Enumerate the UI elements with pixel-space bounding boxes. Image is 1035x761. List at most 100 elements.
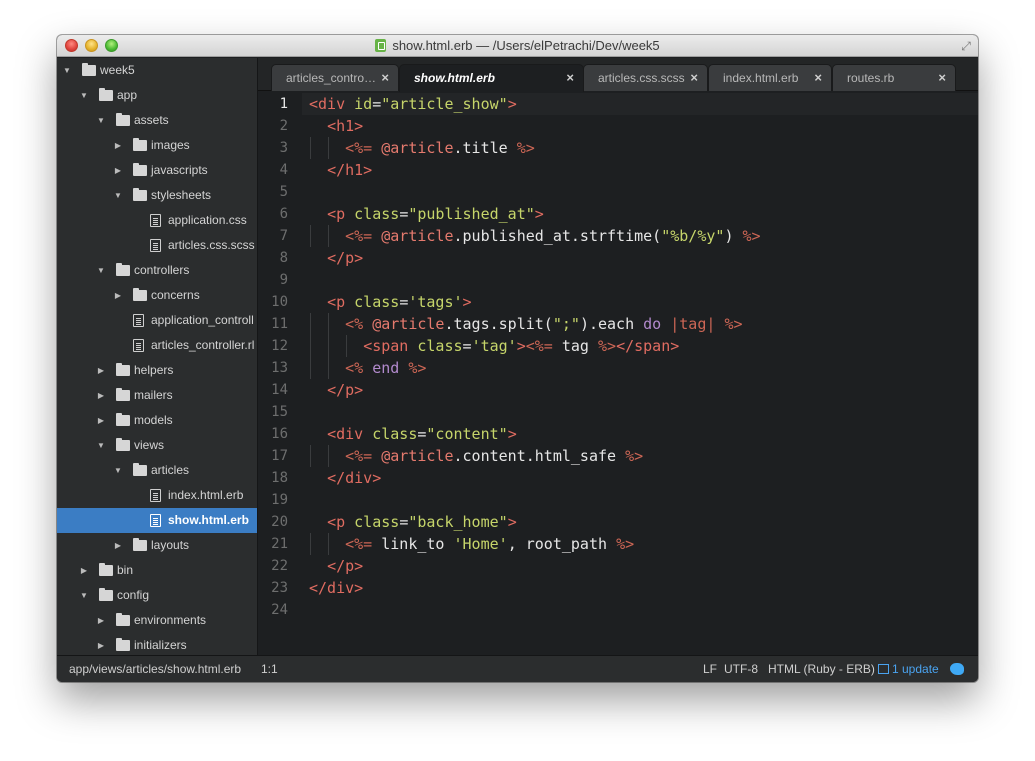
line-number: 18 (271, 470, 288, 486)
chevron-right-icon[interactable]: ▶ (113, 533, 123, 558)
code-line[interactable]: <p class="back_home"> (309, 511, 517, 533)
sidebar-folder[interactable]: ▶ mailers (57, 383, 257, 408)
chevron-down-icon[interactable]: ▼ (96, 108, 106, 133)
sidebar-folder[interactable]: ▼ config (57, 583, 257, 608)
chevron-down-icon[interactable]: ▼ (96, 433, 106, 458)
code-line[interactable]: <% end %> (309, 357, 426, 379)
code-line[interactable]: </h1> (309, 159, 372, 181)
close-tab-icon[interactable]: × (938, 65, 946, 91)
code-token: > (534, 205, 544, 223)
editor-tab[interactable]: articles.css.scss × (583, 64, 708, 91)
sidebar-folder[interactable]: ▶ concerns (57, 283, 257, 308)
fullscreen-icon[interactable]: ⤢ (959, 39, 973, 53)
code-line[interactable]: </div> (309, 577, 363, 599)
code-line[interactable]: <%= @article.title %> (309, 137, 535, 159)
chevron-right-icon[interactable]: ▶ (113, 158, 123, 183)
file-icon (133, 314, 144, 327)
sidebar-file[interactable]: articles.css.scss (57, 233, 257, 258)
sidebar-folder[interactable]: ▶ environments (57, 608, 257, 633)
close-tab-icon[interactable]: × (566, 65, 574, 91)
line-number: 1 (279, 96, 288, 112)
code-line[interactable]: </p> (309, 247, 363, 269)
sidebar-folder[interactable]: ▼ controllers (57, 258, 257, 283)
code-editor[interactable]: 1 2 3 4 5 6 7 8 9 10 11 12 13 14 15 16 17 18 19 20 21 22 23 24 … (258, 92, 978, 655)
sidebar-file[interactable]: articles_controller.rl (57, 333, 257, 358)
indent-guide (310, 335, 311, 357)
chevron-right-icon[interactable]: ▶ (79, 558, 89, 583)
sidebar-folder[interactable]: ▼ articles (57, 458, 257, 483)
code-line[interactable]: <h1> (309, 115, 363, 137)
close-tab-icon[interactable]: × (381, 65, 389, 91)
code-line[interactable]: </p> (309, 379, 363, 401)
status-encoding[interactable]: UTF-8 (724, 656, 758, 682)
sidebar-folder[interactable]: ▼ views (57, 433, 257, 458)
sidebar-folder[interactable]: ▶ helpers (57, 358, 257, 383)
indent-guide (310, 445, 311, 467)
line-number: 8 (279, 250, 288, 266)
code-line[interactable]: <span class='tag'><%= tag %></span> (309, 335, 679, 357)
code-line[interactable]: <p class="published_at"> (309, 203, 544, 225)
chevron-down-icon[interactable]: ▼ (96, 258, 106, 283)
sidebar-file[interactable]: application.css (57, 208, 257, 233)
chevron-right-icon[interactable]: ▶ (96, 633, 106, 655)
sidebar-folder[interactable]: ▶ bin (57, 558, 257, 583)
code-line[interactable]: <%= link_to 'Home', root_path %> (309, 533, 634, 555)
close-tab-icon[interactable]: × (814, 65, 822, 91)
sidebar-file[interactable]: show.html.erb (57, 508, 257, 533)
code-token: </p> (327, 381, 364, 399)
editor-tab[interactable]: articles_contro… × (271, 64, 399, 91)
sidebar-item-label: views (134, 438, 165, 452)
sidebar-folder[interactable]: ▶ images (57, 133, 257, 158)
sidebar-item-label: articles.css.scss (168, 238, 255, 252)
chevron-right-icon[interactable]: ▶ (113, 133, 123, 158)
tab-bar: articles_contro… × show.html.erb × articles.… (258, 58, 978, 92)
chevron-right-icon[interactable]: ▶ (96, 608, 106, 633)
sidebar-item-label: app (117, 88, 138, 102)
bird-icon[interactable] (950, 663, 964, 675)
editor-tab[interactable]: index.html.erb × (708, 64, 832, 91)
code-token: @article (381, 139, 454, 157)
sidebar-folder[interactable]: ▼ app (57, 83, 257, 108)
sidebar-folder[interactable]: ▼ week5 (57, 58, 257, 83)
chevron-down-icon[interactable]: ▼ (62, 58, 72, 83)
code-line[interactable]: </div> (309, 467, 381, 489)
sidebar-file[interactable]: application_controll (57, 308, 257, 333)
status-line-endings[interactable]: LF (703, 656, 717, 682)
sidebar-file[interactable]: index.html.erb (57, 483, 257, 508)
status-syntax[interactable]: HTML (Ruby - ERB) (768, 656, 875, 682)
line-number: 21 (271, 536, 288, 552)
code-token: @article (381, 447, 454, 465)
editor-tab[interactable]: show.html.erb × (399, 64, 584, 92)
code-line[interactable]: <%= @article.published_at.strftime("%b/%… (309, 225, 760, 247)
code-token: <%= (345, 535, 382, 553)
sidebar-folder[interactable]: ▶ initializers (57, 633, 257, 655)
sidebar-folder[interactable]: ▶ layouts (57, 533, 257, 558)
chevron-right-icon[interactable]: ▶ (96, 408, 106, 433)
code-line[interactable]: <% @article.tags.split(";").each do |tag… (309, 313, 742, 335)
chevron-right-icon[interactable]: ▶ (113, 283, 123, 308)
sidebar-folder[interactable]: ▼ assets (57, 108, 257, 133)
code-line[interactable]: </p> (309, 555, 363, 577)
chevron-down-icon[interactable]: ▼ (79, 83, 89, 108)
code-line[interactable]: <%= @article.content.html_safe %> (309, 445, 643, 467)
close-tab-icon[interactable]: × (690, 65, 698, 91)
code-line[interactable]: <p class='tags'> (309, 291, 472, 313)
sidebar-folder[interactable]: ▶ models (57, 408, 257, 433)
sidebar-item-label: bin (117, 563, 134, 577)
chevron-down-icon[interactable]: ▼ (113, 458, 123, 483)
code-line[interactable]: <div id="article_show"> (309, 93, 517, 115)
status-bar: app/views/articles/show.html.erb 1:1 LF … (57, 655, 978, 682)
chevron-right-icon[interactable]: ▶ (96, 358, 106, 383)
update-notice[interactable]: 1 update (878, 656, 939, 682)
code-token: <% (345, 315, 373, 333)
status-cursor-position[interactable]: 1:1 (261, 656, 278, 682)
code-line[interactable]: <div class="content"> (309, 423, 517, 445)
editor-tab[interactable]: routes.rb × (832, 64, 956, 91)
sidebar-folder[interactable]: ▶ javascripts (57, 158, 257, 183)
chevron-down-icon[interactable]: ▼ (113, 183, 123, 208)
chevron-right-icon[interactable]: ▶ (96, 383, 106, 408)
chevron-down-icon[interactable]: ▼ (79, 583, 89, 608)
sidebar-folder[interactable]: ▼ stylesheets (57, 183, 257, 208)
indent-guide (328, 225, 330, 247)
